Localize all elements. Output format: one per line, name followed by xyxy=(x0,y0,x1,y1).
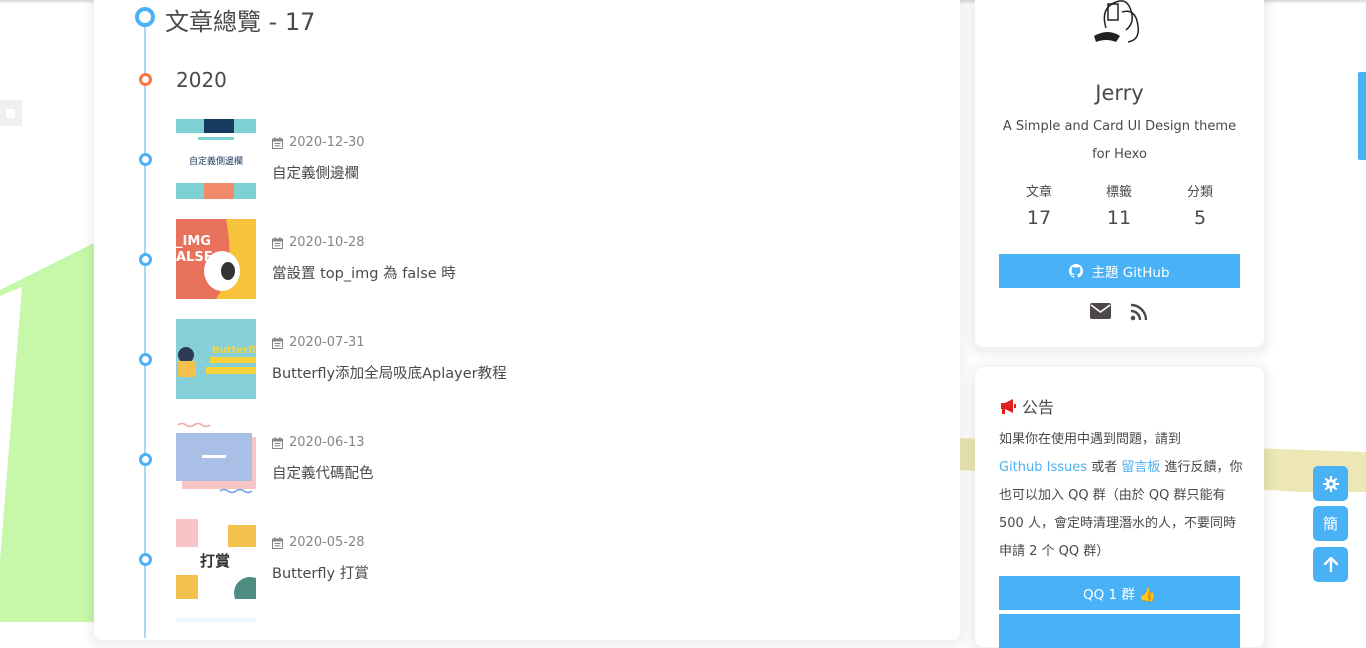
rss-link[interactable] xyxy=(1130,303,1148,325)
stat-value: 17 xyxy=(1026,207,1052,229)
post-thumbnail[interactable]: 自定義側邊欄 xyxy=(176,119,256,199)
envelope-icon xyxy=(1090,303,1111,319)
archive-title: 文章總覽 - 17 xyxy=(165,8,316,36)
author-card: Jerry A Simple and Card UI Design theme … xyxy=(975,0,1264,347)
post-thumbnail[interactable] xyxy=(176,419,256,499)
post-thumbnail[interactable]: 打賞 xyxy=(176,519,256,599)
stat-label: 文章 xyxy=(1025,185,1052,200)
github-button[interactable]: 主題 GitHub xyxy=(999,254,1240,288)
calendar-icon xyxy=(272,336,283,349)
post-dot xyxy=(139,353,152,366)
announcement-content: 如果你在使用中遇到問題，請到 Github Issues 或者 留言板 進行反饋… xyxy=(999,426,1244,566)
post-date: 2020-07-31 xyxy=(272,335,365,350)
timeline-post: Butterfl 2020-07-31 Butterfly添加全局吸底Aplay… xyxy=(138,319,838,399)
qq-group-1-button[interactable]: QQ 1 群 👍 xyxy=(999,576,1240,610)
announcement-text: 如果你在使用中遇到問題，請到 xyxy=(999,432,1182,447)
back-to-top-button[interactable] xyxy=(1313,547,1348,582)
stat-value: 11 xyxy=(1106,207,1132,229)
svg-text:Butterfl: Butterfl xyxy=(212,345,255,356)
post-date-text: 2020-12-30 xyxy=(289,135,365,150)
post-date: 2020-10-28 xyxy=(272,235,365,250)
calendar-icon xyxy=(272,236,283,249)
author-name: Jerry xyxy=(1095,81,1144,105)
avatar[interactable] xyxy=(1088,0,1146,46)
arrow-up-icon xyxy=(1323,557,1338,572)
post-date: 2020-05-28 xyxy=(272,535,365,550)
gear-icon xyxy=(1322,475,1339,492)
post-title-link[interactable]: 自定義側邊欄 xyxy=(272,162,359,183)
right-edge-accent xyxy=(1358,72,1366,160)
post-dot xyxy=(139,553,152,566)
post-date-text: 2020-06-13 xyxy=(289,435,365,450)
year-dot xyxy=(139,73,152,86)
message-board-link[interactable]: 留言板 xyxy=(1121,460,1160,475)
calendar-icon xyxy=(272,436,283,449)
post-date-text: 2020-05-28 xyxy=(289,535,365,550)
github-button-label: 主題 GitHub xyxy=(1091,265,1170,281)
github-icon xyxy=(1069,264,1084,278)
post-date-text: 2020-07-31 xyxy=(289,335,365,350)
post-date: 2020-06-13 xyxy=(272,435,365,450)
stat-posts[interactable]: 文章 17 xyxy=(999,181,1079,229)
bullhorn-icon xyxy=(1001,399,1016,414)
post-title-link[interactable]: 當設置 top_img 為 false 時 xyxy=(272,262,456,283)
email-link[interactable] xyxy=(1090,303,1111,323)
timeline-post: 自定義側邊欄 2020-12-30 自定義側邊欄 xyxy=(138,119,838,199)
svg-text:_IMG: _IMG xyxy=(176,234,211,249)
thumb-text: 打賞 xyxy=(200,552,230,570)
timeline-post: 打賞 2020-05-28 Butterfly 打賞 xyxy=(138,519,838,599)
post-dot xyxy=(139,153,152,166)
timeline-title-dot xyxy=(135,7,155,27)
translate-button[interactable]: 簡 xyxy=(1313,506,1348,541)
post-title-link[interactable]: 自定義代碼配色 xyxy=(272,462,374,483)
author-description: A Simple and Card UI Design theme for He… xyxy=(1002,119,1237,162)
left-edge-button[interactable] xyxy=(0,100,22,126)
thumb-text: 自定義側邊欄 xyxy=(189,155,243,167)
stat-label: 分類 xyxy=(1186,185,1213,200)
stat-value: 5 xyxy=(1193,207,1207,229)
rss-icon xyxy=(1130,303,1148,321)
post-dot xyxy=(139,453,152,466)
post-thumbnail[interactable]: Butterfl xyxy=(176,319,256,399)
timeline-post: 2020-06-13 自定義代碼配色 xyxy=(138,419,838,499)
announcement-header: 公告 xyxy=(999,394,1054,418)
svg-text:ALSE: ALSE xyxy=(176,250,213,265)
post-date-text: 2020-10-28 xyxy=(289,235,365,250)
announcement-card: 公告 如果你在使用中遇到問題，請到 Github Issues 或者 留言板 進… xyxy=(975,367,1264,648)
post-thumbnail-partial xyxy=(176,618,256,622)
calendar-icon xyxy=(272,136,283,149)
timeline-post: _IMG ALSE 2020-10-28 當設置 top_img 為 false… xyxy=(138,219,838,299)
post-date: 2020-12-30 xyxy=(272,135,365,150)
announcement-text: 或者 xyxy=(1091,460,1118,475)
settings-button[interactable] xyxy=(1313,466,1348,501)
post-title-link[interactable]: Butterfly添加全局吸底Aplayer教程 xyxy=(272,362,507,383)
stat-categories[interactable]: 分類 5 xyxy=(1160,181,1240,229)
calendar-icon xyxy=(272,536,283,549)
post-dot xyxy=(139,253,152,266)
qq-group-2-button[interactable] xyxy=(999,614,1240,648)
github-issues-link[interactable]: Github Issues xyxy=(999,460,1087,475)
archive-year: 2020 xyxy=(176,68,227,92)
announcement-title: 公告 xyxy=(1022,398,1055,417)
stat-label: 標籤 xyxy=(1105,185,1132,200)
post-title-link[interactable]: Butterfly 打賞 xyxy=(272,562,369,583)
stat-tags[interactable]: 標籤 11 xyxy=(1079,181,1159,229)
post-thumbnail[interactable]: _IMG ALSE xyxy=(176,219,256,299)
